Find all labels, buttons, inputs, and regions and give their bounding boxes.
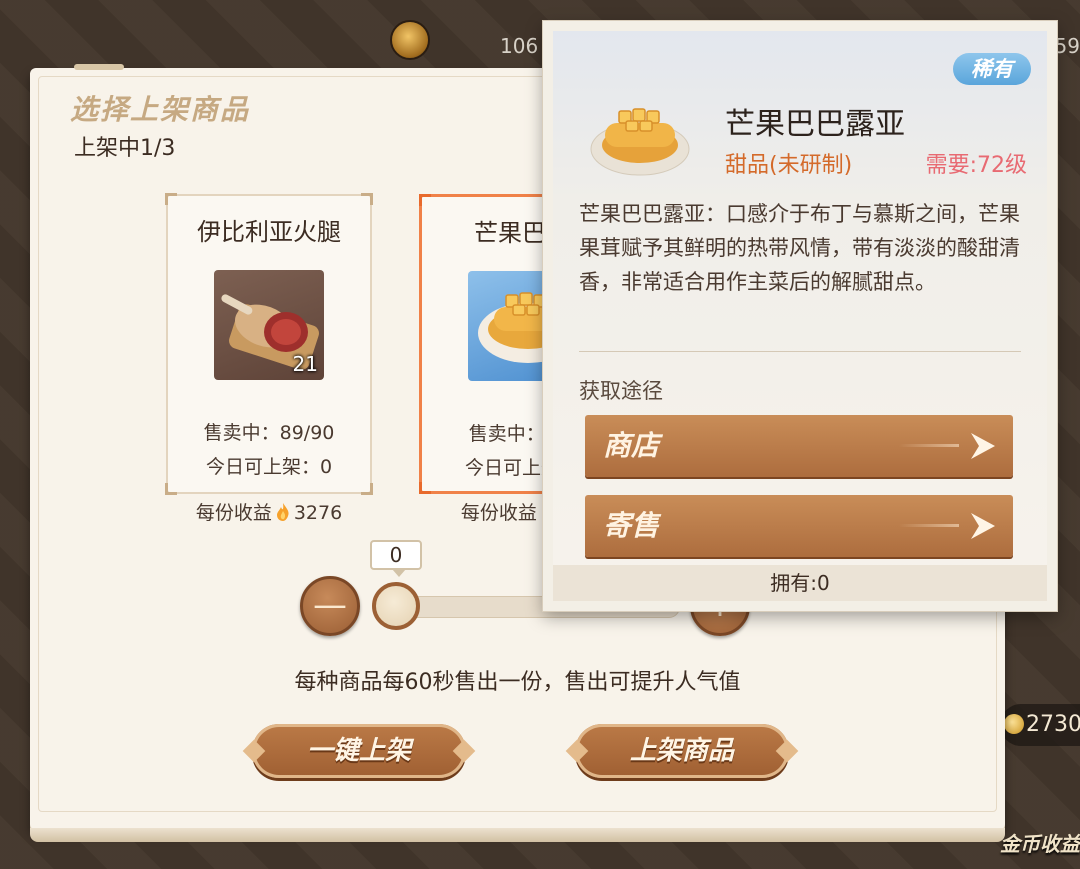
profit-value: 3276 (293, 502, 343, 524)
item-selling-status: 售卖中：89/90 (203, 422, 335, 444)
popup-item-name: 芒果巴巴露亚 (725, 107, 905, 142)
top-counter-left: 106 (500, 34, 539, 58)
popup-divider (579, 351, 1021, 352)
item-listable-today: 今日可上架：0 (205, 456, 333, 478)
profit-label: 每份收益 (460, 502, 537, 524)
item-name: 伊比利亚火腿 (197, 218, 341, 246)
decrease-button[interactable]: — (300, 576, 360, 636)
mango-baba-icon (589, 93, 691, 179)
item-detail-popup: 稀有 芒果巴巴露亚 甜品(未研制) 需要:72级 芒果巴巴露亚：口感介于布丁与慕… (543, 21, 1057, 611)
gold-income-label[interactable]: 金币收益 (1000, 828, 1080, 857)
owned-count: 拥有:0 (553, 565, 1047, 601)
item-card-iberian-ham[interactable]: 伊比利亚火腿 21 售卖中：89/90 今日可上架：0 (165, 193, 373, 495)
sell-hint: 每种商品每60秒售出一份，售出可提升人气值 (294, 670, 741, 695)
panel-title: 选择上架商品 (70, 93, 251, 126)
source-consign-button[interactable]: 寄售 (585, 495, 1013, 557)
one-click-list-button[interactable]: 一键上架 (252, 724, 466, 778)
profit-label: 每份收益 (195, 502, 272, 524)
list-goods-button[interactable]: 上架商品 (575, 724, 789, 778)
rarity-badge: 稀有 (953, 53, 1031, 85)
popup-required-level: 需要:72级 (925, 153, 1027, 178)
source-section-title: 获取途径 (579, 379, 663, 403)
gold-coin-display: 2730 (1000, 704, 1080, 746)
coin-badge-icon (390, 20, 430, 60)
panel-tab-decoration (74, 64, 124, 70)
item-profit-row: 每份收益 3276 (166, 498, 372, 525)
source-shop-label: 商店 (603, 429, 660, 462)
top-counter-right: 59 (1054, 34, 1080, 58)
fire-icon (276, 503, 289, 521)
source-shop-button[interactable]: 商店 (585, 415, 1013, 477)
decorative-dots (899, 524, 959, 527)
popup-description: 芒果巴巴露亚：口感介于布丁与慕斯之间，芒果果茸赋予其鲜明的热带风情，带有淡淡的酸… (579, 202, 1020, 294)
arrow-right-icon (971, 513, 995, 539)
panel-rim (30, 828, 1005, 842)
quantity-slider-knob[interactable] (372, 582, 420, 630)
quantity-value-tag: 0 (370, 540, 422, 577)
arrow-right-icon (971, 433, 995, 459)
decorative-dots (899, 444, 959, 447)
listing-count: 上架中1/3 (74, 136, 176, 161)
iberian-ham-icon: 21 (214, 270, 324, 380)
item-quantity: 21 (292, 352, 318, 376)
popup-item-type: 甜品(未研制) (725, 153, 853, 178)
source-consign-label: 寄售 (603, 509, 660, 542)
